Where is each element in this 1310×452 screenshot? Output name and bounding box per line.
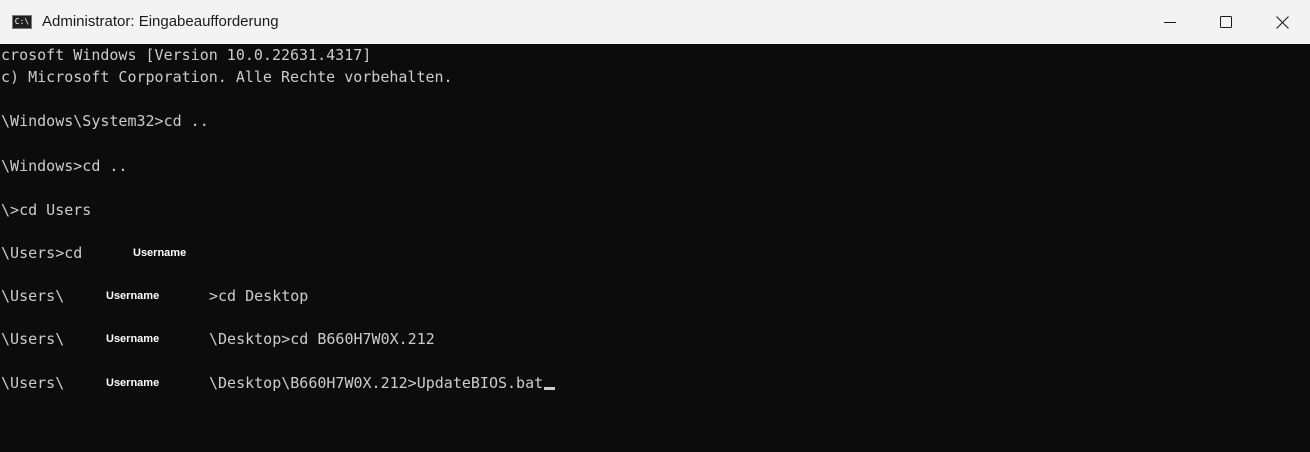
maximize-icon <box>1220 16 1232 28</box>
close-button[interactable] <box>1254 0 1310 44</box>
console-output-area[interactable]: icrosoft Windows [Version 10.0.22631.431… <box>0 44 1310 452</box>
minimize-icon <box>1164 22 1176 23</box>
close-icon <box>1275 15 1289 29</box>
maximize-button[interactable] <box>1198 0 1254 44</box>
console-app-icon[interactable]: C:\ <box>12 15 32 29</box>
minimize-button[interactable] <box>1142 0 1198 44</box>
console-prompt-text: :\Users\ <box>0 287 65 305</box>
console-prompt-text: :\Users>cd <box>0 244 83 262</box>
redacted-username: Username <box>106 333 160 345</box>
console-line-cd-system32: :\Windows\System32>cd .. <box>0 112 209 130</box>
console-prompt-text: :\Users\ <box>0 330 65 348</box>
console-input-text[interactable]: \Desktop\B660H7W0X.212>UpdateBIOS.bat <box>209 372 556 394</box>
text-cursor <box>544 387 556 390</box>
redacted-username: Username <box>106 290 160 302</box>
redacted-username: Username <box>133 247 187 259</box>
console-line-update-bios: :\Users\ Username \Desktop\B660H7W0X.212… <box>0 372 792 394</box>
console-command-text: \Desktop\B660H7W0X.212>UpdateBIOS.bat <box>209 374 544 392</box>
console-header-version: icrosoft Windows [Version 10.0.22631.431… <box>0 46 372 64</box>
console-line-cd-windows: :\Windows>cd .. <box>0 157 128 175</box>
redacted-username: Username <box>106 377 160 389</box>
console-line-cd-desktop: :\Users\ Username >cd Desktop <box>0 285 592 307</box>
console-header-copyright: (c) Microsoft Corporation. Alle Rechte v… <box>0 68 453 86</box>
console-command-text: \Desktop>cd B660H7W0X.212 <box>209 330 435 348</box>
window-title: Administrator: Eingabeaufforderung <box>42 13 279 30</box>
console-prompt-text: :\Users\ <box>0 374 65 392</box>
console-line-cd-bios-folder: :\Users\ Username \Desktop>cd B660H7W0X.… <box>0 328 692 350</box>
console-line-cd-users: :\>cd Users <box>0 201 92 219</box>
title-bar[interactable]: C:\ Administrator: Eingabeaufforderung <box>0 0 1310 44</box>
console-line-cd-username: :\Users>cd Username <box>0 242 392 264</box>
console-command-text: >cd Desktop <box>209 287 309 305</box>
